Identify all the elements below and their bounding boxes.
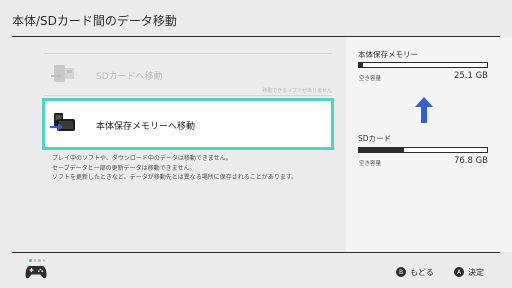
move-to-sd-label: SDカードへ移動 [96, 72, 163, 82]
system-free-value: 25.1 GB [453, 71, 488, 81]
move-to-sd-option: SDカードへ移動 移動できるソフトがありません [44, 55, 332, 94]
console-move-icon [49, 110, 79, 136]
player-led [38, 259, 41, 262]
header: 本体/SDカード間のデータ移動 [0, 0, 512, 36]
no-movable-software-note: 移動できるソフトがありません [262, 88, 332, 94]
sd-card-usage-fill [359, 148, 404, 152]
sd-card-move-icon [50, 63, 78, 85]
description-line: プレイ中のソフトや、ダウンロード中のデータは移動できません。 [52, 155, 232, 162]
arrow-up-icon [414, 96, 434, 124]
confirm-label: 決定 [468, 267, 484, 277]
system-memory-title: 本体保存メモリー [358, 50, 418, 59]
player-led [29, 259, 32, 262]
system-memory-usage-bar [358, 62, 488, 68]
option-separator [44, 95, 332, 96]
back-hint[interactable]: B もどる [396, 267, 434, 277]
move-description: プレイ中のソフトや、ダウンロード中のデータは移動できません。 セーブデータと一部… [52, 154, 352, 183]
sd-free-value: 76.8 GB [453, 156, 488, 166]
sd-card-title: SDカード [358, 134, 392, 143]
player-led [33, 259, 36, 262]
confirm-hint[interactable]: A 決定 [454, 267, 484, 277]
page-title: 本体/SDカード間のデータ移動 [12, 14, 177, 28]
b-button-icon: B [396, 267, 406, 277]
player-led [42, 259, 45, 262]
move-to-system-memory-option[interactable]: 本体保存メモリーへ移動 [42, 98, 334, 150]
pro-controller-icon [25, 264, 47, 280]
storage-panel [346, 37, 512, 252]
footer: B もどる A 決定 [0, 252, 512, 288]
sd-free-label: 空き容量 [359, 161, 382, 167]
system-free-label: 空き容量 [359, 76, 382, 82]
system-memory-usage-fill [359, 63, 363, 67]
back-label: もどる [410, 267, 434, 277]
option-separator [44, 53, 332, 54]
player-indicator [29, 259, 45, 262]
description-line: ソフトを更新したときなど、データが移動先とは異なる場所に保存されることがあります… [52, 174, 298, 181]
a-button-icon: A [454, 267, 464, 277]
sd-card-usage-bar [358, 147, 488, 153]
description-line: セーブデータと一部の更新データは移動できません。 [52, 164, 196, 172]
move-to-system-memory-label: 本体保存メモリーへ移動 [96, 122, 196, 132]
